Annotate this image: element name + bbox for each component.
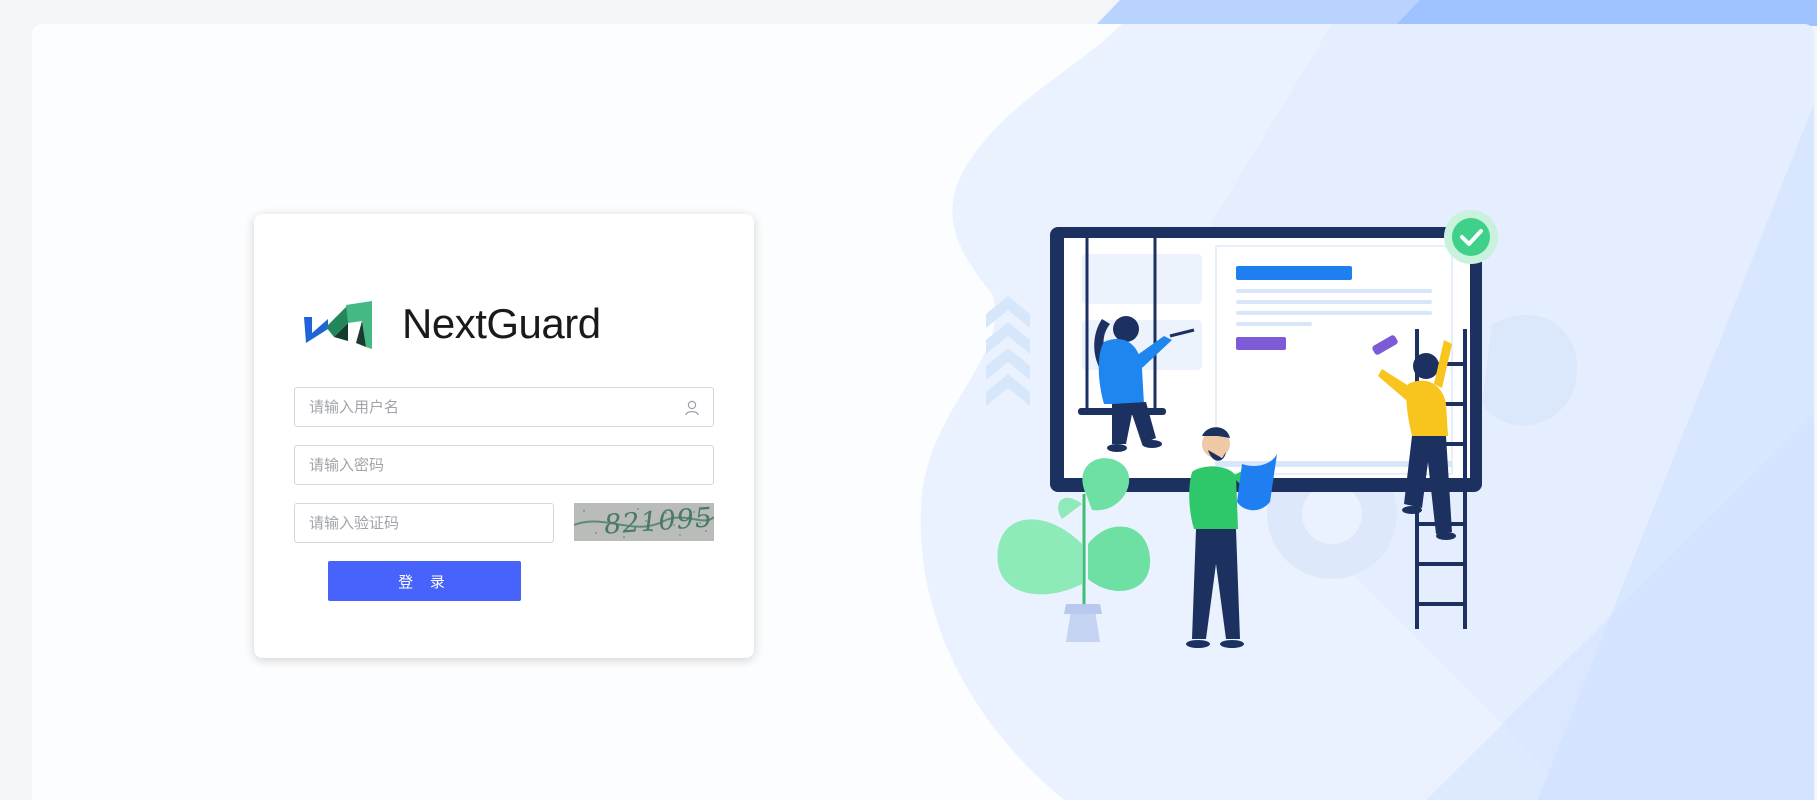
user-icon [685, 400, 699, 416]
password-input[interactable] [295, 446, 713, 484]
brand-name: NextGuard [402, 300, 601, 347]
main-panel: NextGuard 请输入用户名 请输入验证码 821095 登 录 [32, 24, 1814, 800]
login-button[interactable]: 登 录 [328, 561, 521, 601]
nextguard-logo-icon [304, 301, 372, 349]
captcha-field[interactable] [294, 503, 554, 543]
captcha-input[interactable] [295, 504, 553, 542]
login-card: NextGuard 请输入用户名 请输入验证码 821095 登 录 [254, 214, 754, 658]
login-page: NextGuard 请输入用户名 请输入验证码 821095 登 录 [0, 0, 1817, 800]
brand: NextGuard [304, 296, 601, 352]
username-input[interactable] [295, 388, 713, 426]
captcha-image[interactable]: 821095 [574, 503, 714, 541]
password-field[interactable] [294, 445, 714, 485]
username-field[interactable] [294, 387, 714, 427]
